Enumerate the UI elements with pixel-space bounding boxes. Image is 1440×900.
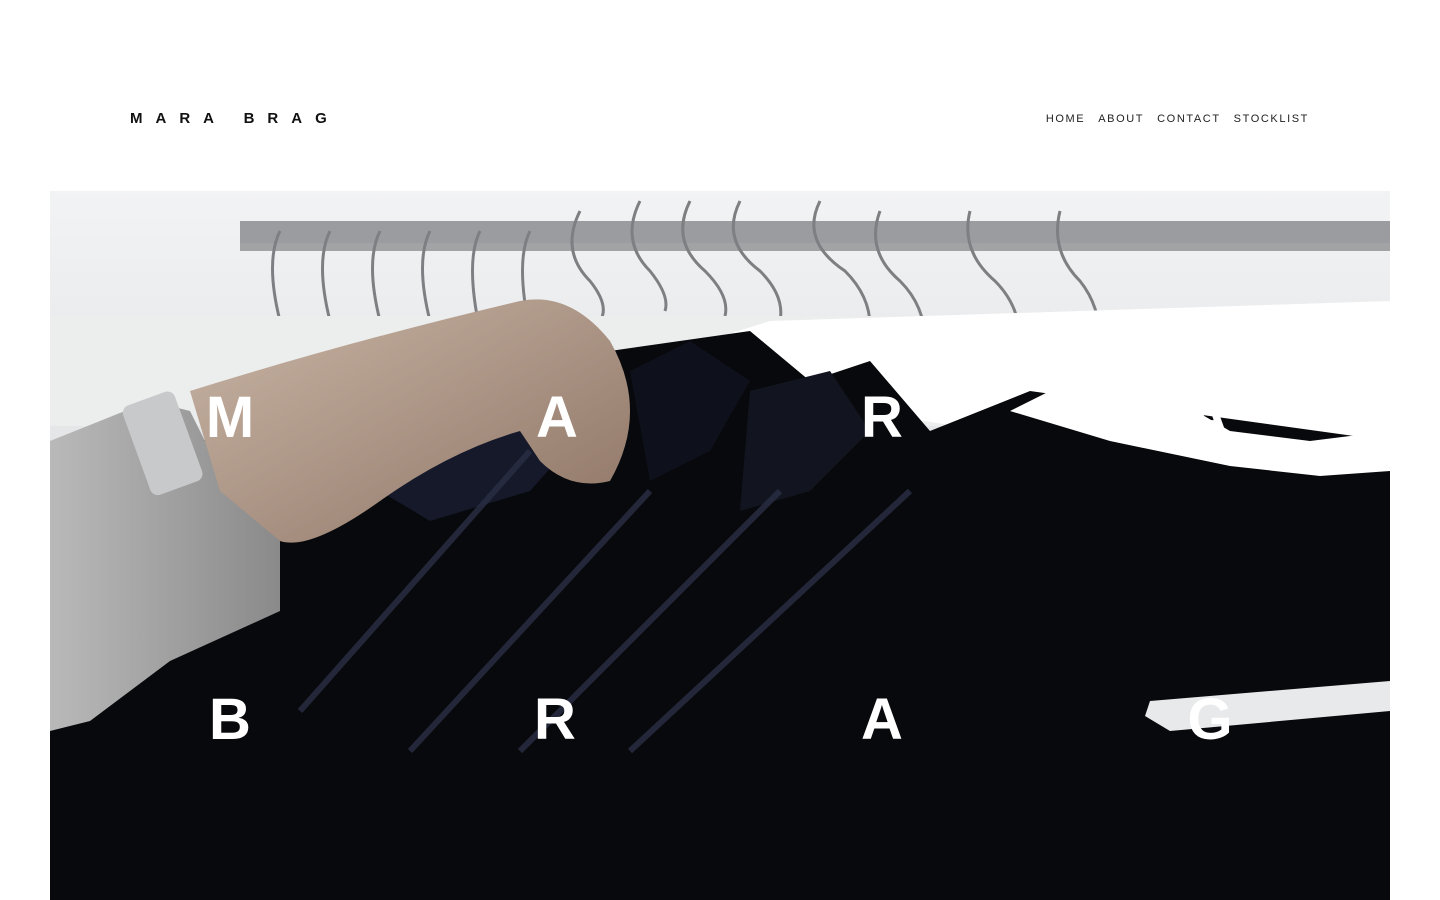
site-logo[interactable]: MARA BRAG [130, 110, 340, 127]
hero-letter-g: G [1187, 687, 1233, 752]
hero-letter-m: M [205, 385, 255, 450]
hero-letter-b: B [209, 687, 251, 752]
nav-stocklist[interactable]: STOCKLIST [1234, 113, 1309, 125]
hero-letter-r2: R [534, 687, 576, 752]
hero-letter-a3: A [861, 687, 903, 752]
nav-about[interactable]: ABOUT [1098, 113, 1144, 125]
hero-letter-a2: A [1187, 385, 1229, 450]
site-header: MARA BRAG HOME ABOUT CONTACT STOCKLIST [0, 0, 1440, 191]
hero-letter-a1: A [536, 385, 578, 450]
nav-contact[interactable]: CONTACT [1157, 113, 1221, 125]
hero-letter-r1: R [861, 385, 903, 450]
nav-home[interactable]: HOME [1046, 113, 1085, 125]
clothing-rack-photo [50, 191, 1390, 900]
main-nav: HOME ABOUT CONTACT STOCKLIST [1046, 113, 1309, 125]
hero-banner: M A R A B R A G [50, 191, 1390, 900]
